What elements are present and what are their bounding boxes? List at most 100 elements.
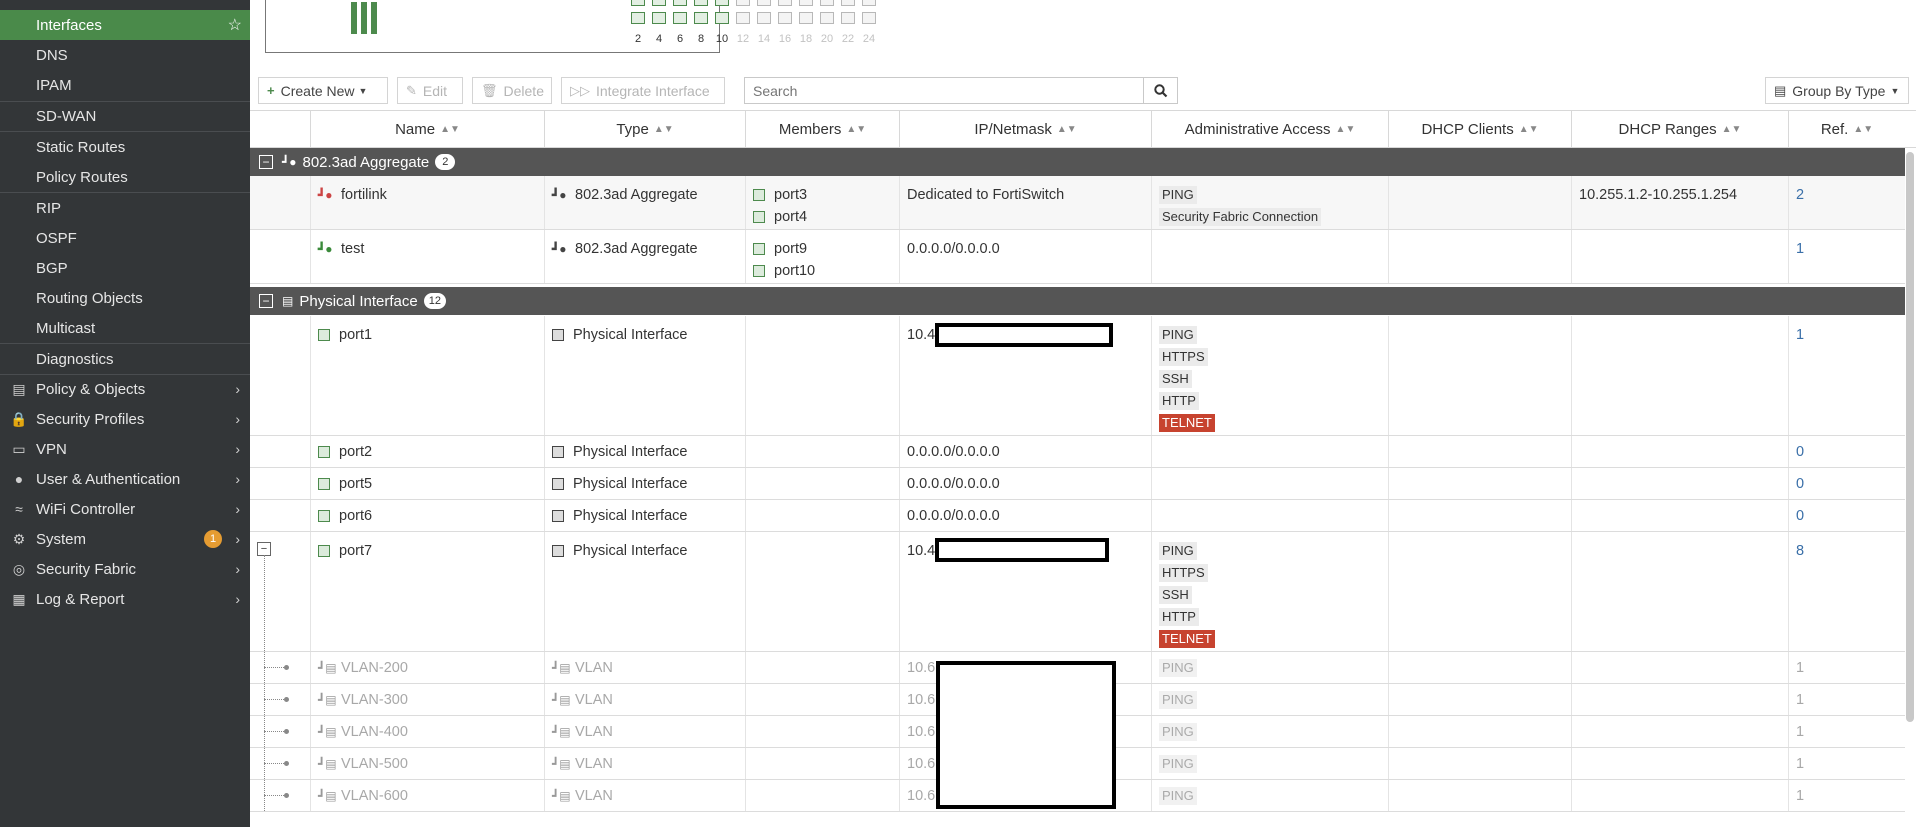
column-header-type[interactable]: Type ▲▼ [544,111,745,148]
ref-link[interactable]: 1 [1796,689,1898,711]
sidebar-item-multicast[interactable]: Multicast [0,313,250,343]
column-header-ip-netmask[interactable]: IP/Netmask ▲▼ [899,111,1151,148]
table-row[interactable]: ┛● fortilink ┛● 802.3ad Aggregate port3 po… [250,176,1905,230]
port-indicator[interactable] [652,0,666,6]
port-indicator[interactable] [757,0,771,6]
sidebar-item-vpn[interactable]: ▭ VPN › [0,434,250,464]
port-indicator[interactable] [631,0,645,6]
search-input[interactable] [744,77,1144,104]
table-row[interactable]: port2 Physical Interface 0.0.0.0/0.0.0.0… [250,436,1905,468]
sidebar-item-security-fabric[interactable]: ◎ Security Fabric › [0,554,250,584]
port-indicator[interactable] [736,12,750,24]
table-row[interactable]: port5 Physical Interface 0.0.0.0/0.0.0.0… [250,468,1905,500]
collapse-icon[interactable]: − [257,542,271,556]
ref-link[interactable]: 2 [1796,184,1898,206]
star-icon[interactable]: ☆ [228,15,242,35]
port-indicator[interactable] [841,0,855,6]
sidebar-item-log-report[interactable]: ▦ Log & Report › [0,584,250,614]
sidebar-item-wifi-controller[interactable]: ≈ WiFi Controller › [0,494,250,524]
port-indicator[interactable] [631,12,645,24]
ref-link[interactable]: 1 [1796,238,1898,260]
port-indicator[interactable] [736,0,750,6]
sidebar-item-user-authentication[interactable]: ● User & Authentication › [0,464,250,494]
column-header-expander [250,111,310,148]
column-header-admin-access[interactable]: Administrative Access ▲▼ [1151,111,1388,148]
group-header-physical[interactable]: − ▤ Physical Interface 12 [250,287,1905,315]
members-cell: port3 port4 [745,176,899,229]
ref-link[interactable]: 0 [1796,441,1898,463]
sidebar-item-dns[interactable]: DNS [0,40,250,70]
integrate-interface-button[interactable]: ▷▷ Integrate Interface [561,77,725,104]
table-row[interactable]: ┛● test ┛● 802.3ad Aggregate port9 port10 … [250,230,1905,284]
ref-link[interactable]: 1 [1796,721,1898,743]
port-indicator[interactable] [862,12,876,24]
column-header-ref[interactable]: Ref. ▲▼ [1788,111,1905,148]
group-by-button[interactable]: ▤ Group By Type ▼ [1765,77,1909,104]
column-header-members[interactable]: Members ▲▼ [745,111,899,148]
dhcp-clients-cell [1388,532,1571,651]
collapse-icon[interactable]: − [259,294,273,308]
create-new-label: Create New [280,82,355,99]
ref-link[interactable]: 1 [1796,324,1898,346]
port-indicator[interactable] [694,0,708,6]
sidebar-item-static-routes[interactable]: Static Routes [0,132,250,162]
group-header-aggregate[interactable]: − ┛● 802.3ad Aggregate 2 [250,148,1905,176]
port-indicator[interactable] [715,12,729,24]
sidebar-item-label: RIP [36,199,62,217]
sidebar-item-sd-wan[interactable]: SD-WAN [0,101,250,131]
sidebar-item-security-profiles[interactable]: 🔒 Security Profiles › [0,404,250,434]
port-indicator[interactable] [694,12,708,24]
port-indicator[interactable] [778,0,792,6]
port-indicator[interactable] [673,12,687,24]
sidebar-item-system[interactable]: ⚙ System 1 › [0,524,250,554]
access-cell: PING [1151,652,1388,683]
sidebar-item-ipam[interactable]: IPAM [0,70,250,100]
port-indicator[interactable] [652,12,666,24]
notification-badge: 1 [204,530,222,548]
sidebar-item-routing-objects[interactable]: Routing Objects [0,283,250,313]
column-header-dhcp-clients[interactable]: DHCP Clients ▲▼ [1388,111,1571,148]
port-number: 4 [655,33,663,45]
ref-link[interactable]: 1 [1796,785,1898,807]
port-indicator[interactable] [799,12,813,24]
collapse-icon[interactable]: − [259,155,273,169]
edit-button[interactable]: ✎ Edit [397,77,463,104]
vlan-icon: ┛▤ [318,725,337,739]
port-number: 24 [862,33,876,45]
sidebar-item-interfaces[interactable]: Interfaces ☆ [0,10,250,40]
ref-link[interactable]: 0 [1796,505,1898,527]
vlan-icon: ┛▤ [318,661,337,675]
sidebar-item-bgp[interactable]: BGP [0,253,250,283]
ref-link[interactable]: 1 [1796,657,1898,679]
port-indicator[interactable] [673,0,687,6]
column-header-name[interactable]: Name ▲▼ [310,111,544,148]
ref-link[interactable]: 8 [1796,540,1898,562]
port-indicator[interactable] [757,12,771,24]
access-tag: SSH [1159,586,1192,604]
delete-button[interactable]: 🗑 Delete [472,77,552,104]
ref-link[interactable]: 0 [1796,473,1898,495]
port-indicator[interactable] [778,12,792,24]
vlan-icon: ┛▤ [318,693,337,707]
port-indicator[interactable] [820,12,834,24]
port-indicator[interactable] [820,0,834,6]
port-indicator[interactable] [862,0,876,6]
ref-cell: 1 [1788,684,1905,715]
sidebar-item-rip[interactable]: RIP [0,193,250,223]
port-indicator[interactable] [799,0,813,6]
sidebar-item-policy-routes[interactable]: Policy Routes [0,162,250,192]
vertical-scrollbar[interactable] [1906,152,1914,722]
sidebar-item-ospf[interactable]: OSPF [0,223,250,253]
access-tag: SSH [1159,370,1192,388]
column-header-dhcp-ranges[interactable]: DHCP Ranges ▲▼ [1571,111,1788,148]
sidebar-item-label: Policy & Objects [36,380,146,398]
interface-name: VLAN-500 [341,756,408,772]
port-indicator[interactable] [715,0,729,6]
table-row[interactable]: port6 Physical Interface 0.0.0.0/0.0.0.0… [250,500,1905,532]
ref-link[interactable]: 1 [1796,753,1898,775]
sidebar-item-policy-objects[interactable]: ▤ Policy & Objects › [0,374,250,404]
create-new-button[interactable]: + Create New ▼ [258,77,388,104]
search-button[interactable] [1144,77,1178,104]
sidebar-item-diagnostics[interactable]: Diagnostics [0,344,250,374]
port-indicator[interactable] [841,12,855,24]
